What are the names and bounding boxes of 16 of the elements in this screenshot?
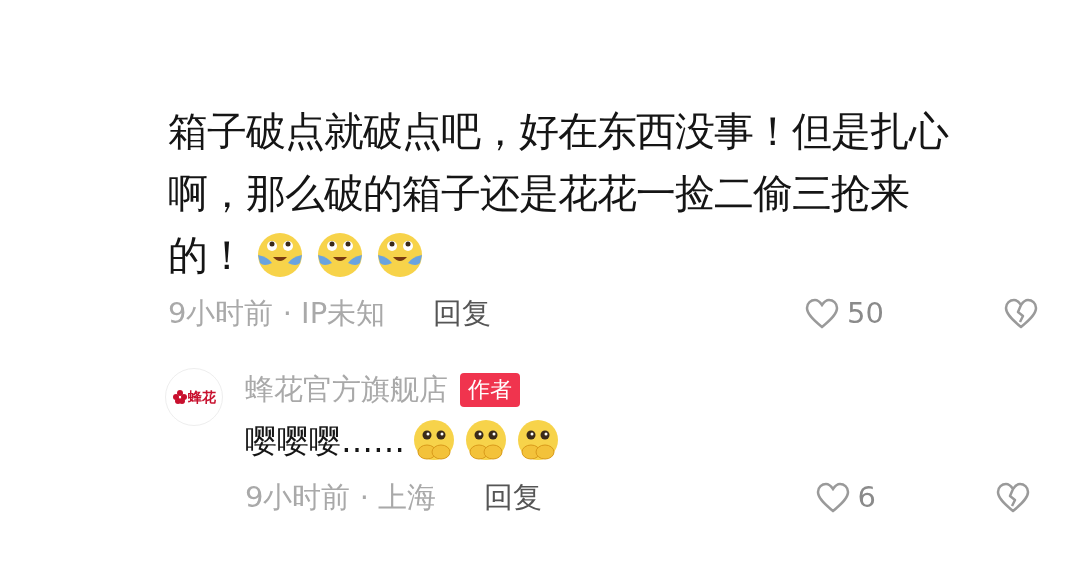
heart-icon <box>805 298 840 330</box>
broken-heart-icon[interactable] <box>996 481 1030 514</box>
comment-text: 的！ <box>168 232 246 278</box>
flower-icon <box>172 390 187 404</box>
comment-meta: 9小时前 · IP未知 <box>168 295 386 333</box>
author-badge: 作者 <box>460 372 520 407</box>
reply-button[interactable]: 回复 <box>484 475 543 520</box>
comment-meta: 9小时前 · 上海 <box>245 478 437 516</box>
logo-text: 蜂花 <box>187 387 216 407</box>
reply-text: 嘤嘤嘤…… <box>245 421 405 460</box>
comment-text: 啊，那么破的箱子还是花花一捡二偷三抢来 <box>168 170 909 216</box>
broken-heart-icon[interactable] <box>1004 298 1038 330</box>
heart-icon <box>815 481 850 514</box>
reply-button[interactable]: 回复 <box>433 292 492 336</box>
author-name: 蜂花官方旗舰店 <box>245 371 448 408</box>
comment-text: 箱子破点就破点吧，好在东西没事！但是扎心 <box>168 108 948 154</box>
